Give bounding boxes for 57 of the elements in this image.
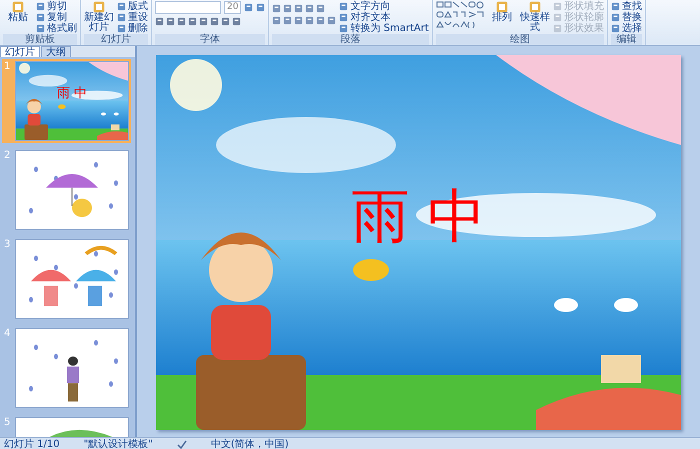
pane-tab[interactable]: 大纲 <box>41 46 71 57</box>
ribbon-button[interactable]: 新建幻灯片 <box>84 1 114 33</box>
command-icon <box>610 13 620 22</box>
command-icon <box>117 2 126 11</box>
command-icon <box>36 2 45 11</box>
command-icon <box>610 2 620 11</box>
group-label: 幻灯片 <box>84 34 148 45</box>
command-icon <box>528 1 542 13</box>
slide-number: 4 <box>4 328 12 339</box>
font-size-field[interactable]: 20 <box>224 1 242 14</box>
command-icon <box>552 24 562 33</box>
group-label: 编辑 <box>610 34 642 45</box>
ribbon-button[interactable]: 剪切 <box>36 1 77 12</box>
spellcheck-icon[interactable] <box>176 440 187 448</box>
slide-number: 5 <box>4 417 12 428</box>
command-icon <box>92 1 106 13</box>
group-label: 字体 <box>155 34 266 45</box>
ribbon-button[interactable]: 文字方向 <box>339 1 429 12</box>
slide-number: 3 <box>4 239 12 250</box>
command-icon <box>36 24 45 33</box>
ribbon-button[interactable]: 查找 <box>610 1 642 12</box>
thumbnail-title: 雨 中 <box>56 85 88 102</box>
command-icon <box>610 24 620 33</box>
status-text: 幻灯片 1/10 <box>4 438 60 449</box>
command-icon <box>117 24 126 33</box>
command-icon <box>339 2 348 11</box>
command-icon <box>552 2 562 11</box>
ribbon-button[interactable]: 删除 <box>117 23 148 34</box>
ribbon-button[interactable]: 替换 <box>610 12 642 23</box>
command-icon <box>36 13 45 22</box>
group-label: 绘图 <box>436 34 604 45</box>
slide-number: 1 <box>4 61 12 72</box>
ribbon-button[interactable]: 转换为 SmartArt <box>339 23 429 34</box>
command-icon <box>552 13 562 22</box>
command-icon <box>117 13 126 22</box>
font-field[interactable] <box>155 1 221 14</box>
ribbon-button[interactable]: 版式 <box>117 1 148 12</box>
slide-title: 雨 中 <box>350 183 487 249</box>
ribbon-button[interactable]: 排列 <box>486 1 517 23</box>
ribbon-button[interactable]: 复制 <box>36 12 77 23</box>
ribbon-button[interactable]: 选择 <box>610 23 642 34</box>
group-label: 段落 <box>272 34 429 45</box>
ribbon-button[interactable]: 快速样式 <box>520 1 550 33</box>
group-label: 剪贴板 <box>3 34 77 45</box>
pane-tab[interactable]: 幻灯片 <box>0 46 40 57</box>
command-icon <box>494 1 509 13</box>
status-text: 中文(简体，中国) <box>210 438 289 449</box>
slide-number: 2 <box>4 150 12 161</box>
command-icon <box>11 1 25 13</box>
ribbon-button[interactable]: 重设 <box>117 12 148 23</box>
status-text: "默认设计模板" <box>84 438 153 449</box>
ribbon-button[interactable]: 粘贴 <box>3 1 33 23</box>
ribbon-button[interactable]: 格式刷 <box>36 23 77 34</box>
command-icon <box>339 24 348 33</box>
ribbon-button[interactable]: 对齐文本 <box>339 12 429 23</box>
shape-gallery-icon[interactable] <box>436 1 484 31</box>
command-icon <box>339 13 348 22</box>
